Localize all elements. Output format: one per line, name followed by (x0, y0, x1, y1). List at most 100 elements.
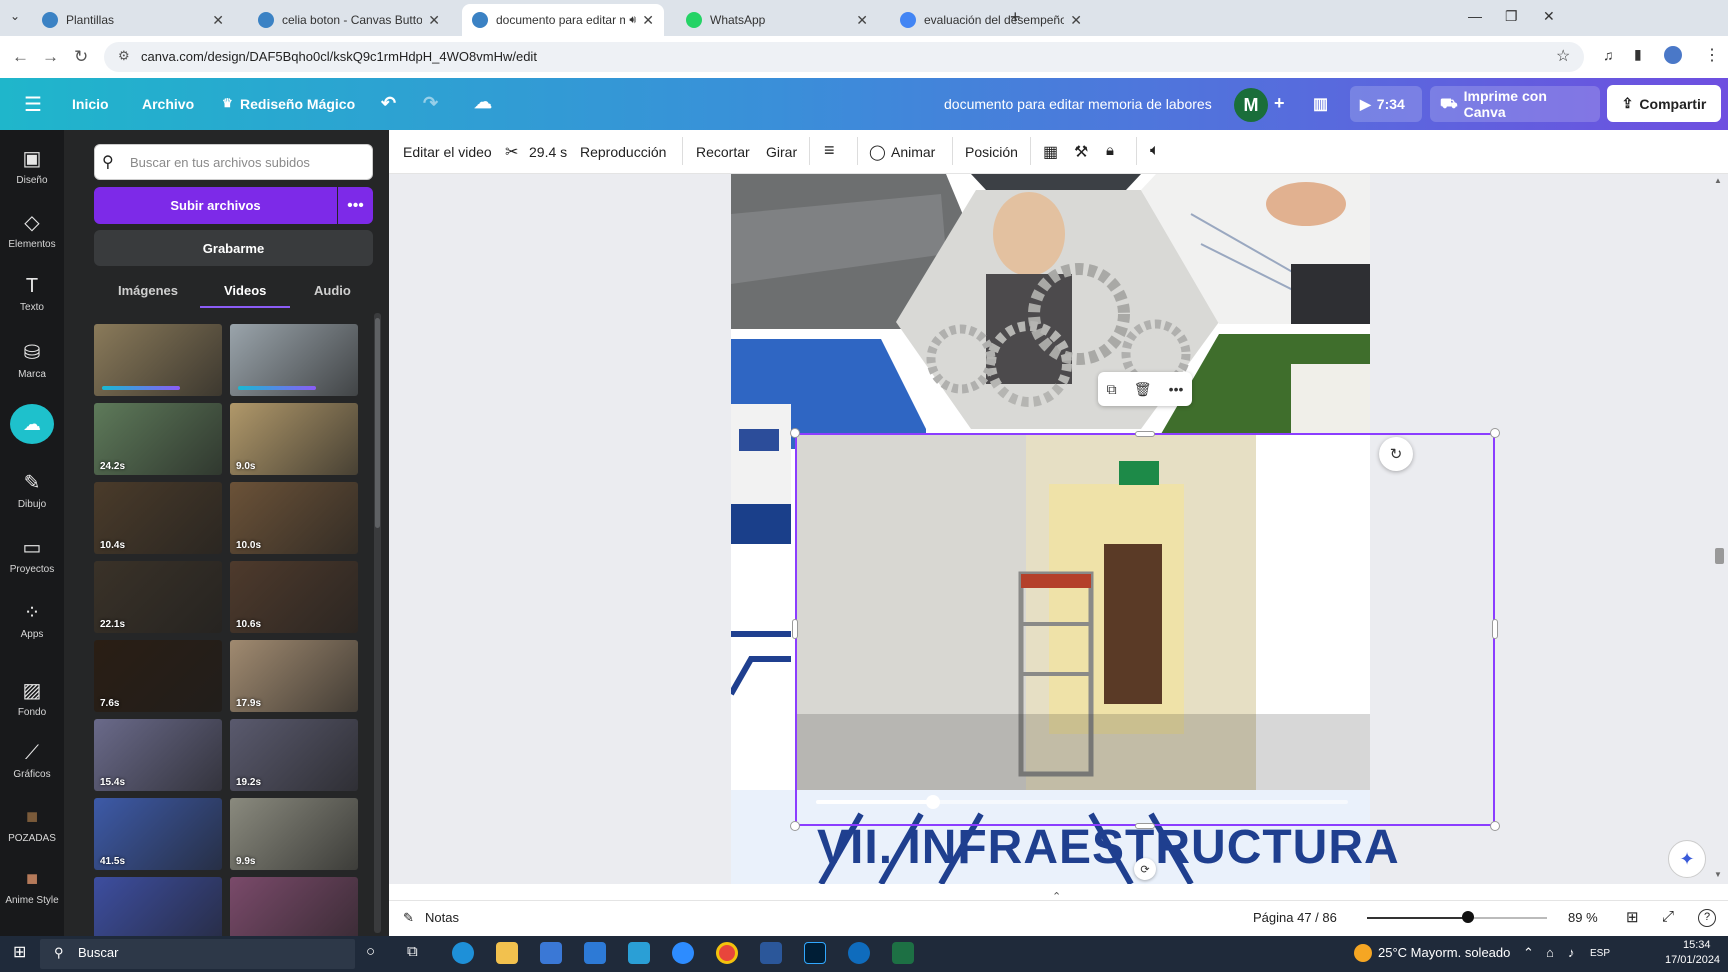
close-window-icon[interactable]: ✕ (1543, 8, 1555, 25)
notes-icon[interactable]: ✎ (403, 910, 414, 926)
tab-audio-icon[interactable]: 🔊︎ (629, 14, 636, 27)
video-thumbnail[interactable]: 10.4s (94, 482, 222, 554)
edit-video-button[interactable]: Editar el video (403, 144, 492, 160)
undo-icon[interactable]: ↶ (381, 93, 396, 114)
side-panel-icon[interactable]: ▮ (1634, 46, 1642, 63)
transparency-icon[interactable]: ▦ (1043, 142, 1058, 162)
menu-archivo[interactable]: Archivo (142, 96, 194, 112)
word-icon[interactable] (760, 942, 782, 964)
tab-list-chevron-icon[interactable]: ⌄ (10, 9, 20, 23)
cloud-saved-icon[interactable]: ☁ (474, 92, 492, 113)
video-thumbnail[interactable]: 10.6s (230, 561, 358, 633)
insights-icon[interactable]: ▥ (1313, 94, 1328, 114)
zoom-level[interactable]: 89 % (1568, 910, 1598, 925)
task-view-icon[interactable]: ⧉ (407, 943, 418, 960)
duplicate-icon[interactable]: ⧉ (1107, 381, 1117, 398)
video-thumbnail[interactable]: 9.0s (230, 403, 358, 475)
video-thumbnail[interactable]: 17.9s (230, 640, 358, 712)
windows-start-icon[interactable]: ⊞ (13, 942, 26, 962)
weather-text[interactable]: 25°C Mayorm. soleado (1378, 945, 1510, 960)
position-button[interactable]: Posición (965, 144, 1018, 160)
section-heading[interactable]: VII. INFRAESTRUCTURA (817, 820, 1400, 875)
scissors-icon[interactable]: ✂ (505, 142, 518, 162)
share-button[interactable]: ⇪ Compartir (1607, 85, 1721, 122)
store-icon[interactable] (540, 942, 562, 964)
tab-close-icon[interactable]: ✕ (642, 12, 654, 29)
menu-inicio[interactable]: Inicio (72, 96, 109, 112)
video-thumbnail[interactable]: 24.2s (94, 403, 222, 475)
present-button[interactable]: ▶ 7:34 (1350, 86, 1422, 122)
rail-item[interactable]: ⟋ Gráficos (0, 742, 64, 780)
avatar[interactable]: M (1234, 88, 1268, 122)
browser-tab[interactable]: documento para editar me 🔊︎ ✕ (462, 4, 664, 36)
print-button[interactable]: ⛟ Imprime con Canva (1430, 86, 1600, 122)
redo-icon[interactable]: ↷ (423, 93, 438, 114)
crop-button[interactable]: Recortar (696, 144, 750, 160)
help-icon[interactable]: ? (1698, 909, 1716, 927)
media-control-icon[interactable]: ♫ (1603, 47, 1614, 63)
tray-chevron-icon[interactable]: ⌃ (1523, 945, 1534, 961)
speaker-icon[interactable]: ♪ (1568, 945, 1575, 960)
bookmark-star-icon[interactable]: ☆ (1556, 46, 1570, 66)
playback-button[interactable]: Reproducción (580, 144, 666, 160)
notes-button[interactable]: Notas (425, 910, 459, 925)
cortana-icon[interactable]: ○ (366, 943, 375, 960)
trim-duration[interactable]: 29.4 s (529, 144, 567, 160)
browser-tab[interactable]: celia boton - Canvas Button ✕ (248, 4, 450, 36)
magic-assistant-icon[interactable]: ✦ (1668, 840, 1706, 878)
video-thumbnail[interactable]: 10.0s (230, 482, 358, 554)
video-thumbnail[interactable] (230, 324, 358, 396)
minimize-icon[interactable]: — (1468, 8, 1482, 24)
back-icon[interactable]: ← (12, 47, 29, 67)
video-thumbnail[interactable]: 7.6s (94, 640, 222, 712)
video-thumbnail[interactable]: 41.5s (94, 798, 222, 870)
rail-item[interactable]: ■ Anime Style (0, 868, 64, 906)
tab-close-icon[interactable]: ✕ (212, 12, 224, 29)
weather-icon[interactable] (1354, 944, 1372, 962)
tab-images[interactable]: Imágenes (118, 283, 178, 298)
file-explorer-icon[interactable] (496, 942, 518, 964)
chrome-icon[interactable] (716, 942, 738, 964)
resize-handle-w[interactable] (792, 619, 798, 639)
rail-item[interactable]: ▭ Proyectos (0, 535, 64, 575)
browser-tab[interactable]: WhatsApp ✕ (676, 4, 878, 36)
rotate-handle-icon[interactable]: ↻ (1379, 437, 1413, 471)
tab-close-icon[interactable]: ✕ (428, 12, 440, 29)
network-icon[interactable]: ⌂ (1546, 945, 1554, 960)
video-thumbnail[interactable]: 9.9s (230, 798, 358, 870)
rail-item[interactable]: ■ POZADAS (0, 806, 64, 844)
fullscreen-icon[interactable]: ⤢ (1662, 908, 1674, 925)
resize-handle-sw[interactable] (790, 821, 800, 831)
lock-icon[interactable]: 🔒︎ (1106, 142, 1114, 159)
video-thumbnail[interactable]: 15.4s (94, 719, 222, 791)
resize-handle-se[interactable] (1490, 821, 1500, 831)
tab-close-icon[interactable]: ✕ (1070, 12, 1082, 29)
rail-item[interactable]: ▣ Diseño (0, 146, 64, 186)
photoshop-icon[interactable] (804, 942, 826, 964)
resize-handle-e[interactable] (1492, 619, 1498, 639)
menu-magic-redesign[interactable]: Rediseño Mágico (240, 96, 355, 112)
video-thumbnail[interactable]: 19.2s (230, 719, 358, 791)
site-info-icon[interactable]: ⚙ (118, 48, 130, 64)
animate-icon[interactable]: ◯ (869, 143, 886, 161)
resize-handle-n[interactable] (1135, 431, 1155, 437)
mail-icon[interactable] (584, 942, 606, 964)
rail-item[interactable]: ✎ Dibujo (0, 470, 64, 510)
selection-box[interactable] (795, 433, 1495, 826)
restore-icon[interactable]: ❐ (1505, 8, 1518, 25)
paint-format-icon[interactable]: ⚒ (1074, 142, 1088, 162)
grid-view-icon[interactable]: ⊞ (1626, 908, 1639, 926)
add-collaborator-icon[interactable]: + (1274, 93, 1285, 114)
upload-files-button[interactable]: Subir archivos (94, 187, 337, 224)
app-mobile-icon[interactable] (628, 942, 650, 964)
taskbar-search-label[interactable]: Buscar (78, 945, 118, 960)
reload-icon[interactable]: ↻ (74, 47, 88, 67)
outlook-icon[interactable] (848, 942, 870, 964)
panel-scroll-thumb[interactable] (375, 318, 380, 528)
upload-more-icon[interactable]: ••• (338, 187, 373, 224)
zoom-icon[interactable] (672, 942, 694, 964)
record-yourself-button[interactable]: Grabarme (94, 230, 373, 266)
volume-icon[interactable]: 🔈︎ (1150, 142, 1160, 160)
canvas-scroll-up-icon[interactable]: ▲ (1714, 176, 1722, 185)
clock-date[interactable]: 17/01/2024 (1665, 954, 1720, 966)
